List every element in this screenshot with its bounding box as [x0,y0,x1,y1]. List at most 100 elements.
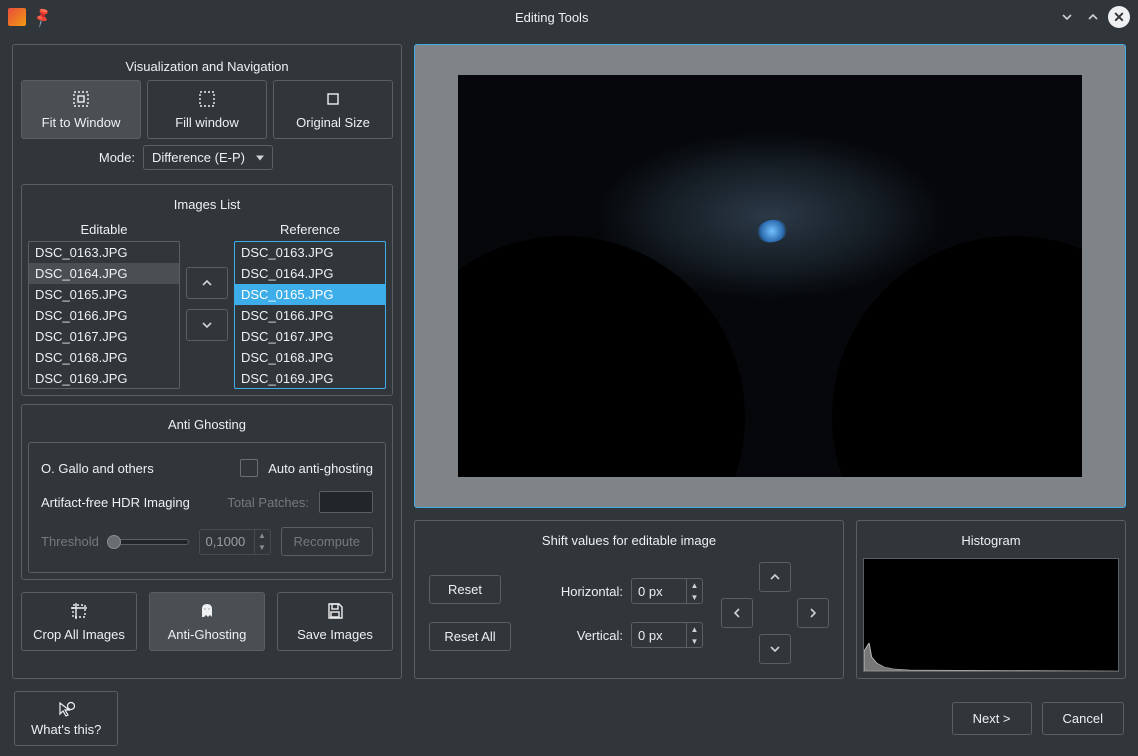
reset-button[interactable]: Reset [429,575,501,604]
shift-left-button[interactable] [721,598,753,628]
patches-value [319,491,373,513]
mode-label: Mode: [99,150,135,165]
editable-column: Editable DSC_0163.JPGDSC_0164.JPGDSC_016… [28,218,180,389]
spin-up-icon[interactable]: ▲ [687,623,702,635]
shift-panel: Shift values for editable image Reset Re… [414,520,844,679]
spin-down-icon[interactable]: ▼ [255,542,270,554]
threshold-slider[interactable] [109,539,189,545]
histogram-curve-icon [864,643,1118,671]
list-item[interactable]: DSC_0166.JPG [29,305,179,326]
app-icon [8,8,26,26]
move-up-button[interactable] [186,267,228,299]
fill-label: Fill window [175,115,239,130]
spin-up-icon[interactable]: ▲ [687,579,702,591]
preview-image [458,75,1083,477]
anti-ghosting-title: Anti Ghosting [28,411,386,438]
shift-title: Shift values for editable image [421,527,837,554]
horizontal-input[interactable] [632,579,686,603]
list-item[interactable]: DSC_0165.JPG [29,284,179,305]
maximize-button[interactable] [1082,6,1104,28]
ag-subtitle: Artifact-free HDR Imaging [41,495,190,510]
titlebar: 📌 Editing Tools ✕ [0,0,1138,34]
images-list-section: Images List Editable DSC_0163.JPGDSC_016… [21,184,393,396]
spin-up-icon[interactable]: ▲ [255,530,270,542]
whats-this-label: What's this? [31,722,101,737]
horizontal-spinner[interactable]: ▲▼ [631,578,703,604]
left-panel: Visualization and Navigation Fit to Wind… [12,44,402,679]
shift-up-button[interactable] [759,562,791,592]
list-item[interactable]: DSC_0164.JPG [235,263,385,284]
cancel-button[interactable]: Cancel [1042,702,1124,735]
threshold-spinner[interactable]: ▲▼ [199,529,271,555]
shift-right-button[interactable] [797,598,829,628]
crop-label: Crop All Images [33,627,125,642]
histogram-display [863,558,1119,672]
vertical-spinner[interactable]: ▲▼ [631,622,703,648]
reset-all-button[interactable]: Reset All [429,622,511,651]
save-icon [325,601,345,621]
histogram-panel: Histogram [856,520,1126,679]
list-item[interactable]: DSC_0164.JPG [29,263,179,284]
histogram-title: Histogram [863,527,1119,554]
spin-down-icon[interactable]: ▼ [687,635,702,647]
fit-label: Fit to Window [42,115,121,130]
reference-label: Reference [234,218,386,241]
editable-label: Editable [28,218,180,241]
visualization-section: Visualization and Navigation Fit to Wind… [21,53,393,176]
direction-pad [721,562,829,664]
list-item[interactable]: DSC_0167.JPG [235,326,385,347]
fill-window-button[interactable]: Fill window [147,80,267,139]
visualization-title: Visualization and Navigation [21,53,393,80]
auto-antighosting-checkbox[interactable] [240,459,258,477]
threshold-input[interactable] [200,530,254,554]
list-item[interactable]: DSC_0163.JPG [29,242,179,263]
crop-icon [69,601,89,621]
anti-ghosting-section: Anti Ghosting O. Gallo and others Auto a… [21,404,393,580]
slider-handle[interactable] [107,535,121,549]
mode-select[interactable]: Difference (E-P) [143,145,273,170]
list-item[interactable]: DSC_0168.JPG [29,347,179,368]
images-list-title: Images List [28,191,386,218]
editable-listbox[interactable]: DSC_0163.JPGDSC_0164.JPGDSC_0165.JPGDSC_… [28,241,180,389]
mode-value: Difference (E-P) [152,150,245,165]
orig-label: Original Size [296,115,370,130]
whats-this-button[interactable]: What's this? [14,691,118,746]
save-images-button[interactable]: Save Images [277,592,393,651]
anti-ghosting-button[interactable]: Anti-Ghosting [149,592,265,651]
shift-down-button[interactable] [759,634,791,664]
right-panel: Shift values for editable image Reset Re… [414,44,1126,679]
list-item[interactable]: DSC_0166.JPG [235,305,385,326]
list-item[interactable]: DSC_0165.JPG [235,284,385,305]
threshold-label: Threshold [41,534,99,549]
crop-all-button[interactable]: Crop All Images [21,592,137,651]
fit-to-window-button[interactable]: Fit to Window [21,80,141,139]
list-item[interactable]: DSC_0163.JPG [235,242,385,263]
reference-listbox[interactable]: DSC_0163.JPGDSC_0164.JPGDSC_0165.JPGDSC_… [234,241,386,389]
next-button[interactable]: Next > [952,702,1032,735]
footer: What's this? Next > Cancel [12,691,1126,746]
save-label: Save Images [297,627,373,642]
auto-antighosting-label: Auto anti-ghosting [268,461,373,476]
vertical-label: Vertical: [577,628,623,643]
list-item[interactable]: DSC_0169.JPG [29,368,179,388]
reference-column: Reference DSC_0163.JPGDSC_0164.JPGDSC_01… [234,218,386,389]
list-item[interactable]: DSC_0169.JPG [235,368,385,388]
patches-label: Total Patches: [227,495,309,510]
list-item[interactable]: DSC_0167.JPG [29,326,179,347]
original-size-button[interactable]: Original Size [273,80,393,139]
ghost-label: Anti-Ghosting [168,627,247,642]
ag-credit: O. Gallo and others [41,461,154,476]
image-preview[interactable] [414,44,1126,508]
recompute-button[interactable]: Recompute [281,527,373,556]
vertical-input[interactable] [632,623,686,647]
spin-down-icon[interactable]: ▼ [687,591,702,603]
fill-window-icon [197,89,217,109]
original-size-icon [323,89,343,109]
close-button[interactable]: ✕ [1108,6,1130,28]
fit-window-icon [71,89,91,109]
list-item[interactable]: DSC_0168.JPG [235,347,385,368]
window-title: Editing Tools [51,10,1052,25]
minimize-button[interactable] [1056,6,1078,28]
move-down-button[interactable] [186,309,228,341]
ghost-icon [197,601,217,621]
